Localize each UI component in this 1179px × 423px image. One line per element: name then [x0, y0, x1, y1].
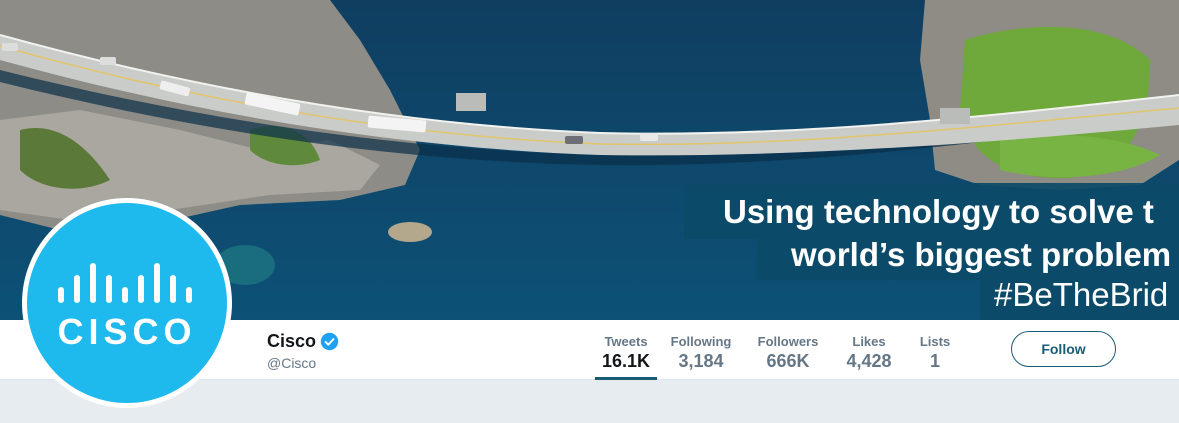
- profile-name-block: Cisco @Cisco: [267, 331, 339, 371]
- profile-handle[interactable]: @Cisco: [267, 355, 339, 371]
- avatar-logo-text: CISCO: [57, 311, 197, 352]
- stat-followers[interactable]: Followers 666K: [756, 320, 820, 380]
- stat-value: 16.1K: [601, 351, 651, 371]
- banner-hashtag: #BeTheBrid: [980, 276, 1179, 320]
- stat-value: 4,428: [846, 351, 892, 371]
- stat-label: Tweets: [604, 334, 648, 349]
- banner-headline-line-2: world’s biggest problem: [757, 232, 1179, 280]
- verified-badge-icon: [320, 332, 339, 351]
- cisco-logo: CISCO: [27, 203, 227, 403]
- profile-page: Using technology to solve t world’s bigg…: [0, 0, 1179, 423]
- stat-value: 666K: [766, 351, 810, 371]
- stat-following[interactable]: Following 3,184: [670, 320, 732, 380]
- avatar[interactable]: CISCO: [22, 198, 232, 408]
- stat-value: 3,184: [678, 351, 724, 371]
- cisco-bridge-bars-icon: [58, 263, 192, 303]
- banner-headline-line-1: Using technology to solve t: [684, 183, 1179, 239]
- stat-tweets[interactable]: Tweets 16.1K: [595, 320, 657, 380]
- stat-label: Followers: [757, 334, 819, 349]
- stat-value: 1: [929, 351, 940, 371]
- stat-label: Likes: [852, 334, 886, 349]
- stat-lists[interactable]: Lists 1: [915, 320, 955, 380]
- stat-label: Following: [670, 334, 732, 349]
- stat-label: Lists: [919, 334, 951, 349]
- follow-button[interactable]: Follow: [1011, 331, 1116, 367]
- profile-name[interactable]: Cisco: [267, 331, 316, 352]
- stat-likes[interactable]: Likes 4,428: [840, 320, 898, 380]
